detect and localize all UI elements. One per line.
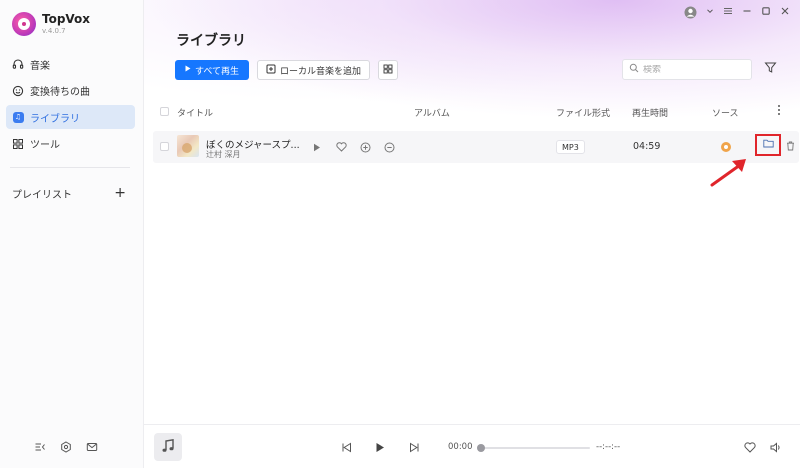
now-playing-art [154,433,182,461]
main-content: ライブラリ すべて再生 ローカル音楽を追加 検索 タイトル アルバム ファイル形… [144,0,800,424]
column-source[interactable]: ソース [712,106,739,119]
collapse-sidebar-icon[interactable] [34,441,46,453]
search-input[interactable] [643,64,743,75]
folder-icon [762,139,774,151]
table-row[interactable]: ぼくのメジャースプ... 辻村 深月 MP3 04:59 [153,131,799,163]
add-local-label: ローカル音楽を追加 [280,66,362,77]
current-time: 00:00 [448,442,473,452]
headphones-icon [12,58,24,70]
sidebar-item-label: 音楽 [30,60,50,72]
window-controls [684,6,790,19]
heart-icon[interactable] [744,441,756,453]
next-track-icon[interactable] [408,441,420,453]
previous-track-icon[interactable] [340,441,352,453]
sidebar-item-label: ライブラリ [30,113,80,125]
filter-icon [763,61,777,77]
play-all-button[interactable]: すべて再生 [175,60,250,80]
heart-icon[interactable] [335,141,347,153]
track-artist: 辻村 深月 [206,150,241,159]
add-local-music-button[interactable]: ローカル音楽を追加 [257,60,371,80]
add-playlist-button[interactable]: + [114,186,126,200]
progress-knob[interactable] [477,444,485,452]
playback-controls [340,441,420,453]
sidebar-footer [34,441,98,453]
progress-slider[interactable] [477,444,590,452]
app-version: v.4.0.7 [42,27,66,35]
play-icon[interactable] [311,141,323,153]
library-icon: ♫ [12,111,24,123]
total-time: --:--:-- [596,442,621,452]
music-note-icon [160,438,176,457]
search-box [622,59,752,80]
sidebar-item-library[interactable]: ♫ ライブラリ [6,105,135,129]
sidebar-item-tools[interactable]: ツール [6,132,135,156]
close-icon[interactable] [780,6,790,19]
play-all-label: すべて再生 [195,66,240,77]
sidebar: TopVox v.4.0.7 音楽 変換待ちの曲 ♫ ライブラリ ツール プレイ… [0,0,144,468]
add-circle-icon[interactable] [359,141,371,153]
playlist-section: プレイリスト + [12,185,126,201]
column-duration[interactable]: 再生時間 [632,106,668,119]
user-avatar-icon[interactable] [684,6,697,19]
play-icon [185,65,191,75]
open-folder-button[interactable] [755,134,781,156]
audible-icon [721,142,731,152]
sidebar-item-label: 変換待ちの曲 [30,87,90,98]
select-all-checkbox[interactable] [160,107,169,116]
table-header: タイトル アルバム ファイル形式 再生時間 ソース [158,102,788,122]
app-name: TopVox [42,12,91,26]
volume-icon[interactable] [770,441,782,453]
sidebar-item-label: ツール [30,140,60,151]
album-art [177,135,199,157]
column-format[interactable]: ファイル形式 [556,106,610,119]
library-toolbar: すべて再生 ローカル音楽を追加 [175,60,399,80]
delete-button[interactable] [785,141,795,153]
play-pause-icon[interactable] [374,441,386,453]
settings-icon[interactable] [60,441,72,453]
maximize-icon[interactable] [761,6,771,19]
filter-button[interactable] [762,61,778,77]
topvox-logo-icon [12,12,36,36]
track-duration: 04:59 [633,141,661,152]
clock-icon [12,85,24,97]
app-window: TopVox v.4.0.7 音楽 変換待ちの曲 ♫ ライブラリ ツール プレイ… [0,0,800,468]
mail-icon[interactable] [86,441,98,453]
row-actions [311,141,395,153]
format-badge: MP3 [556,140,585,154]
playlist-label: プレイリスト [12,189,72,201]
menu-icon[interactable] [723,6,733,19]
sidebar-item-music[interactable]: 音楽 [6,52,135,76]
column-album[interactable]: アルバム [414,106,450,119]
player-bar: 00:00 --:--:-- [144,424,800,468]
chevron-down-icon[interactable] [706,7,714,18]
annotation-arrow-icon [710,159,746,187]
sidebar-item-pending[interactable]: 変換待ちの曲 [6,79,135,103]
grid-icon [12,138,24,150]
column-title[interactable]: タイトル [177,106,213,119]
more-options-icon[interactable] [777,104,781,119]
row-checkbox[interactable] [160,142,169,151]
view-toggle-button[interactable] [378,60,399,80]
trash-icon [786,141,795,154]
app-logo: TopVox v.4.0.7 [12,12,90,36]
player-extra-controls [744,441,782,453]
sidebar-nav: 音楽 変換待ちの曲 ♫ ライブラリ ツール [6,52,135,158]
page-title: ライブラリ [176,33,246,49]
minimize-icon[interactable] [742,6,752,19]
search-icon [629,63,639,76]
add-box-icon [266,64,276,77]
remove-circle-icon[interactable] [383,141,395,153]
sidebar-divider [10,167,130,168]
grid-view-icon [383,64,393,77]
